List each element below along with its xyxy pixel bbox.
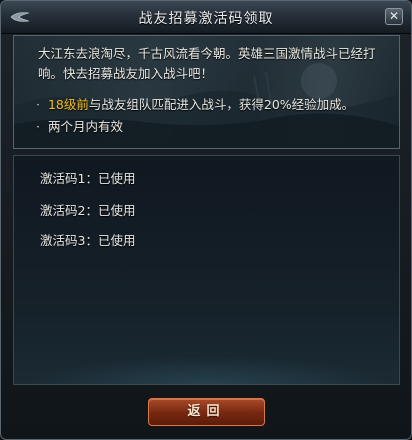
- intro-text: 大江东去浪淘尽，千古风流看今朝。英雄三国激情战斗已经打响。快去招募战友加入战斗吧…: [38, 46, 376, 81]
- activation-code-row: 激活码1：已使用: [40, 171, 136, 186]
- close-button[interactable]: ✕: [385, 8, 403, 25]
- activation-code-row: 激活码2：已使用: [40, 203, 136, 218]
- activation-codes-panel: 激活码1：已使用 激活码2：已使用 激活码3：已使用: [13, 155, 400, 385]
- activation-code-row: 激活码3：已使用: [40, 233, 136, 248]
- bullet-exp-bonus: · 18级前与战友组队匹配进入战斗，获得20%经验加成。: [36, 96, 354, 114]
- close-icon: ✕: [388, 9, 400, 23]
- dialog-window: 战友招募激活码领取 ✕ 大江东去浪淘尽，千古风流看今朝。英雄三国激情战斗已经打响…: [0, 0, 412, 440]
- dialog-title: 战友招募激活码领取: [138, 11, 274, 27]
- bullet-text: 两个月内有效: [47, 119, 123, 134]
- back-button[interactable]: 返回: [148, 398, 265, 426]
- title-bar[interactable]: 战友招募激活码领取 ✕: [1, 1, 411, 34]
- bullet-text: 与战友组队匹配进入战斗，获得20%经验加成。: [88, 97, 355, 112]
- bullet-dot: ·: [36, 119, 40, 134]
- bullet-validity: · 两个月内有效: [36, 118, 123, 136]
- info-panel: 大江东去浪淘尽，千古风流看今朝。英雄三国激情战斗已经打响。快去招募战友加入战斗吧…: [13, 35, 400, 149]
- level-highlight: 18级前: [47, 97, 89, 112]
- bullet-dot: ·: [36, 97, 40, 112]
